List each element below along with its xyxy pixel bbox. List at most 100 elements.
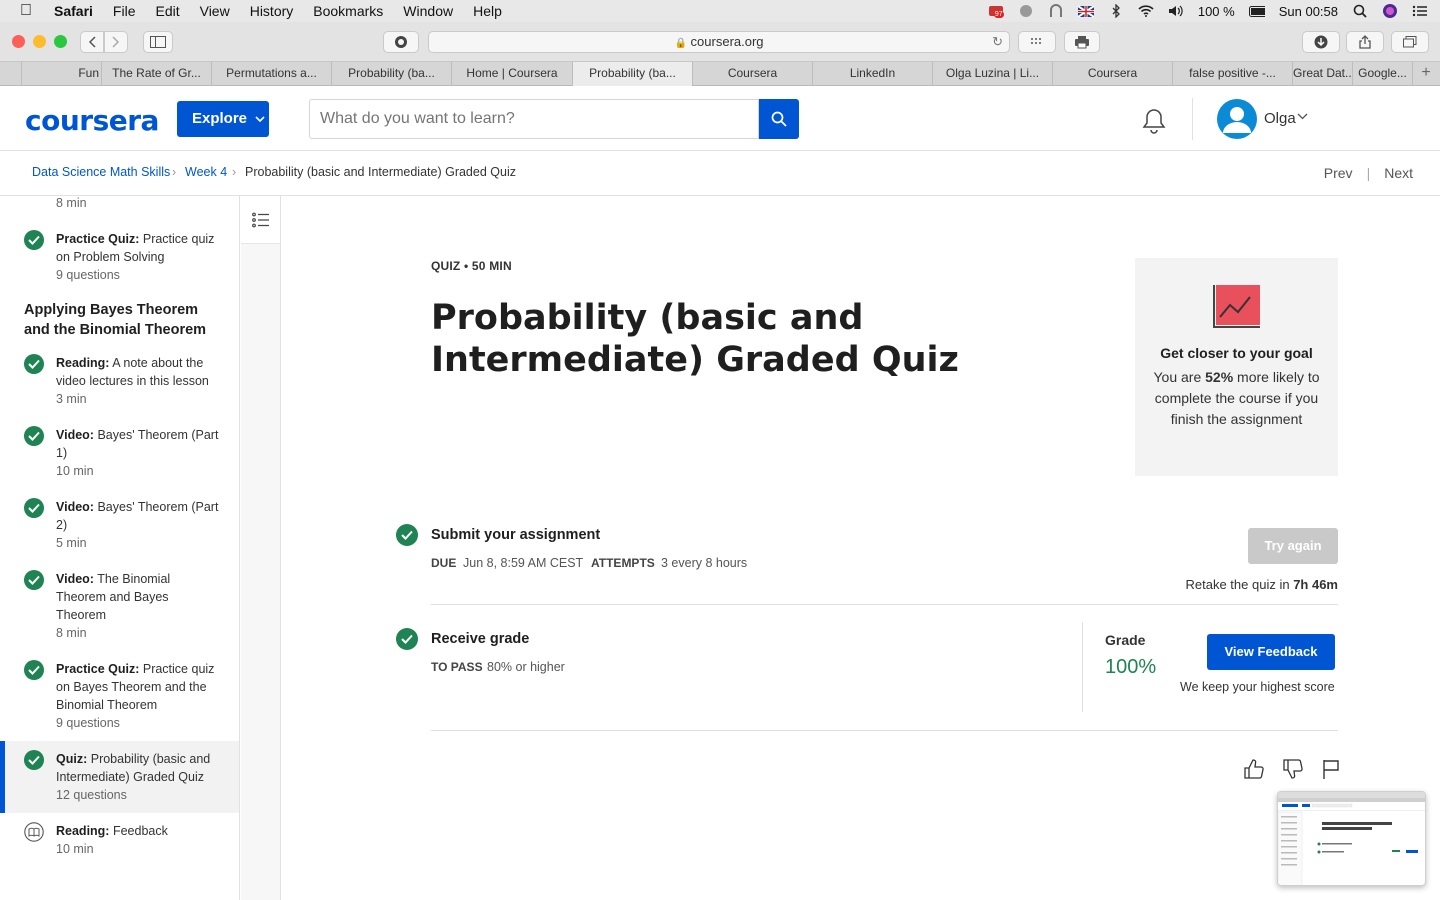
top-sites-button[interactable] — [1018, 31, 1056, 53]
tab-bar: Fun The Rate of Gr... Permutations a... … — [0, 62, 1440, 86]
notification-center-icon[interactable] — [1412, 4, 1428, 18]
screenshot-preview-thumbnail[interactable] — [1277, 791, 1426, 886]
notifications-bell-icon[interactable] — [1142, 108, 1166, 139]
sidebar-toggle-button[interactable] — [143, 31, 173, 53]
tab-9[interactable]: Coursera — [1053, 62, 1173, 86]
user-name[interactable]: Olga — [1264, 110, 1296, 127]
next-link[interactable]: Next — [1384, 165, 1413, 181]
sidebar-item-partial[interactable]: 8 min — [0, 196, 239, 216]
menu-app-name[interactable]: Safari — [54, 3, 93, 19]
downloads-button[interactable] — [1302, 31, 1340, 53]
flag-icon[interactable] — [1321, 758, 1341, 785]
tabs-overview-button[interactable] — [1391, 31, 1429, 53]
menu-history[interactable]: History — [250, 3, 294, 19]
sidebar-item-label: Video: Bayes' Theorem (Part 2) — [56, 500, 219, 532]
extension-button[interactable] — [383, 31, 419, 53]
sidebar-item-practice-quiz-problem-solving[interactable]: Practice Quiz: Practice quiz on Problem … — [0, 230, 239, 286]
new-tab-button[interactable]: + — [1412, 62, 1440, 86]
sidebar-item-video-bayes-2[interactable]: Video: Bayes' Theorem (Part 2) 5 min — [0, 498, 239, 554]
search-button[interactable] — [759, 99, 799, 139]
retake-text: Retake the quiz in 7h 46m — [1185, 577, 1339, 592]
tab-11[interactable]: Great Dat... — [1293, 62, 1353, 86]
user-menu-chevron-icon[interactable] — [1297, 110, 1308, 124]
sidebar-item-video-bayes-1[interactable]: Video: Bayes' Theorem (Part 1) 10 min — [0, 426, 239, 482]
explore-label: Explore — [192, 110, 248, 127]
reload-icon[interactable]: ↻ — [992, 32, 1003, 52]
siri-icon[interactable] — [1382, 4, 1398, 18]
zoom-window-button[interactable] — [54, 35, 67, 48]
grade-complete-check-icon — [396, 628, 418, 650]
outline-toggle-button[interactable] — [241, 196, 280, 244]
forward-button[interactable] — [104, 31, 128, 53]
pinned-tab[interactable] — [0, 62, 22, 86]
tab-7[interactable]: LinkedIn — [813, 62, 933, 86]
explore-button[interactable]: Explore — [177, 101, 269, 137]
user-avatar[interactable] — [1217, 99, 1257, 139]
menu-bookmarks[interactable]: Bookmarks — [313, 3, 383, 19]
status-area: 97 100 % Sun 00:58 — [988, 0, 1428, 22]
tab-1[interactable]: The Rate of Gr... — [102, 62, 212, 86]
prev-link[interactable]: Prev — [1324, 165, 1353, 181]
completed-check-icon — [24, 230, 44, 250]
notification-app-icon[interactable]: 97 — [988, 4, 1004, 18]
tab-8[interactable]: Olga Luzina | Li... — [933, 62, 1053, 86]
tab-5-active[interactable]: Probability (ba... — [573, 62, 693, 86]
spotlight-search-icon[interactable] — [1352, 4, 1368, 18]
sidebar-item-label: Practice Quiz: Practice quiz on Problem … — [56, 232, 215, 264]
menu-window[interactable]: Window — [403, 3, 453, 19]
globe-icon[interactable] — [1018, 4, 1034, 18]
chevron-down-icon — [255, 116, 265, 123]
breadcrumb-separator-icon: › — [172, 165, 177, 179]
breadcrumb-course[interactable]: Data Science Math Skills — [32, 165, 170, 179]
menu-edit[interactable]: Edit — [155, 3, 179, 19]
tab-0[interactable]: Fun — [22, 62, 102, 86]
uk-flag-icon[interactable] — [1077, 4, 1094, 18]
menu-file[interactable]: File — [113, 3, 136, 19]
menu-help[interactable]: Help — [473, 3, 502, 19]
breadcrumb-week[interactable]: Week 4 — [185, 165, 227, 179]
sidebar-section-title: Applying Bayes Theorem and the Binomial … — [24, 302, 207, 338]
tab-10[interactable]: false positive -... — [1173, 62, 1293, 86]
wifi-icon[interactable] — [1138, 4, 1154, 18]
back-button[interactable] — [80, 31, 104, 53]
tab-12[interactable]: Google... — [1353, 62, 1413, 86]
sidebar-item-label: Video: Bayes' Theorem (Part 1) — [56, 428, 219, 460]
grammarly-icon — [395, 36, 407, 48]
tab-6[interactable]: Coursera — [693, 62, 813, 86]
try-again-button[interactable]: Try again — [1248, 528, 1338, 564]
browser-toolbar: 🔒 coursera.org ↻ — [0, 22, 1440, 62]
breadcrumb-current: Probability (basic and Intermediate) Gra… — [245, 165, 516, 179]
thumbs-down-icon[interactable] — [1282, 758, 1304, 785]
address-bar[interactable]: 🔒 coursera.org ↻ — [428, 31, 1010, 53]
sidebar-item-practice-quiz-bayes[interactable]: Practice Quiz: Practice quiz on Bayes Th… — [0, 660, 239, 734]
bluetooth-icon[interactable] — [1108, 4, 1124, 18]
menu-clock[interactable]: Sun 00:58 — [1279, 4, 1338, 19]
battery-icon[interactable] — [1248, 4, 1265, 18]
sidebar-item-graded-quiz[interactable]: Quiz: Probability (basic and Intermediat… — [0, 741, 239, 813]
volume-icon[interactable] — [1168, 4, 1184, 18]
menu-view[interactable]: View — [200, 3, 230, 19]
tab-3[interactable]: Probability (ba... — [332, 62, 452, 86]
due-value: Jun 8, 8:59 AM CEST — [463, 556, 584, 570]
sidebar-item-meta: 10 min — [56, 464, 94, 478]
sidebar-item-label: Practice Quiz: Practice quiz on Bayes Th… — [56, 662, 215, 712]
outline-toggle-strip — [241, 196, 281, 900]
print-button[interactable] — [1064, 31, 1100, 53]
vpn-icon[interactable] — [1048, 4, 1064, 18]
coursera-logo[interactable]: coursera — [25, 104, 159, 137]
sidebar-item-reading-feedback[interactable]: Reading: Feedback 10 min — [0, 822, 239, 878]
view-feedback-button[interactable]: View Feedback — [1207, 634, 1335, 670]
tab-2[interactable]: Permutations a... — [212, 62, 332, 86]
tab-4[interactable]: Home | Coursera — [452, 62, 573, 86]
close-window-button[interactable] — [12, 35, 25, 48]
thumbs-up-icon[interactable] — [1243, 758, 1265, 785]
apple-icon[interactable]:  — [20, 2, 38, 20]
completed-check-icon — [24, 498, 44, 518]
share-button[interactable] — [1346, 31, 1384, 53]
sidebar-item-video-binomial[interactable]: Video: The Binomial Theorem and Bayes Th… — [0, 570, 239, 644]
sidebar-item-meta: 9 questions — [56, 716, 120, 730]
sidebar-item-reading-note[interactable]: Reading: A note about the video lectures… — [0, 354, 239, 410]
minimize-window-button[interactable] — [33, 35, 46, 48]
prev-next-nav: Prev | Next — [1324, 165, 1413, 181]
search-input[interactable] — [309, 99, 759, 139]
